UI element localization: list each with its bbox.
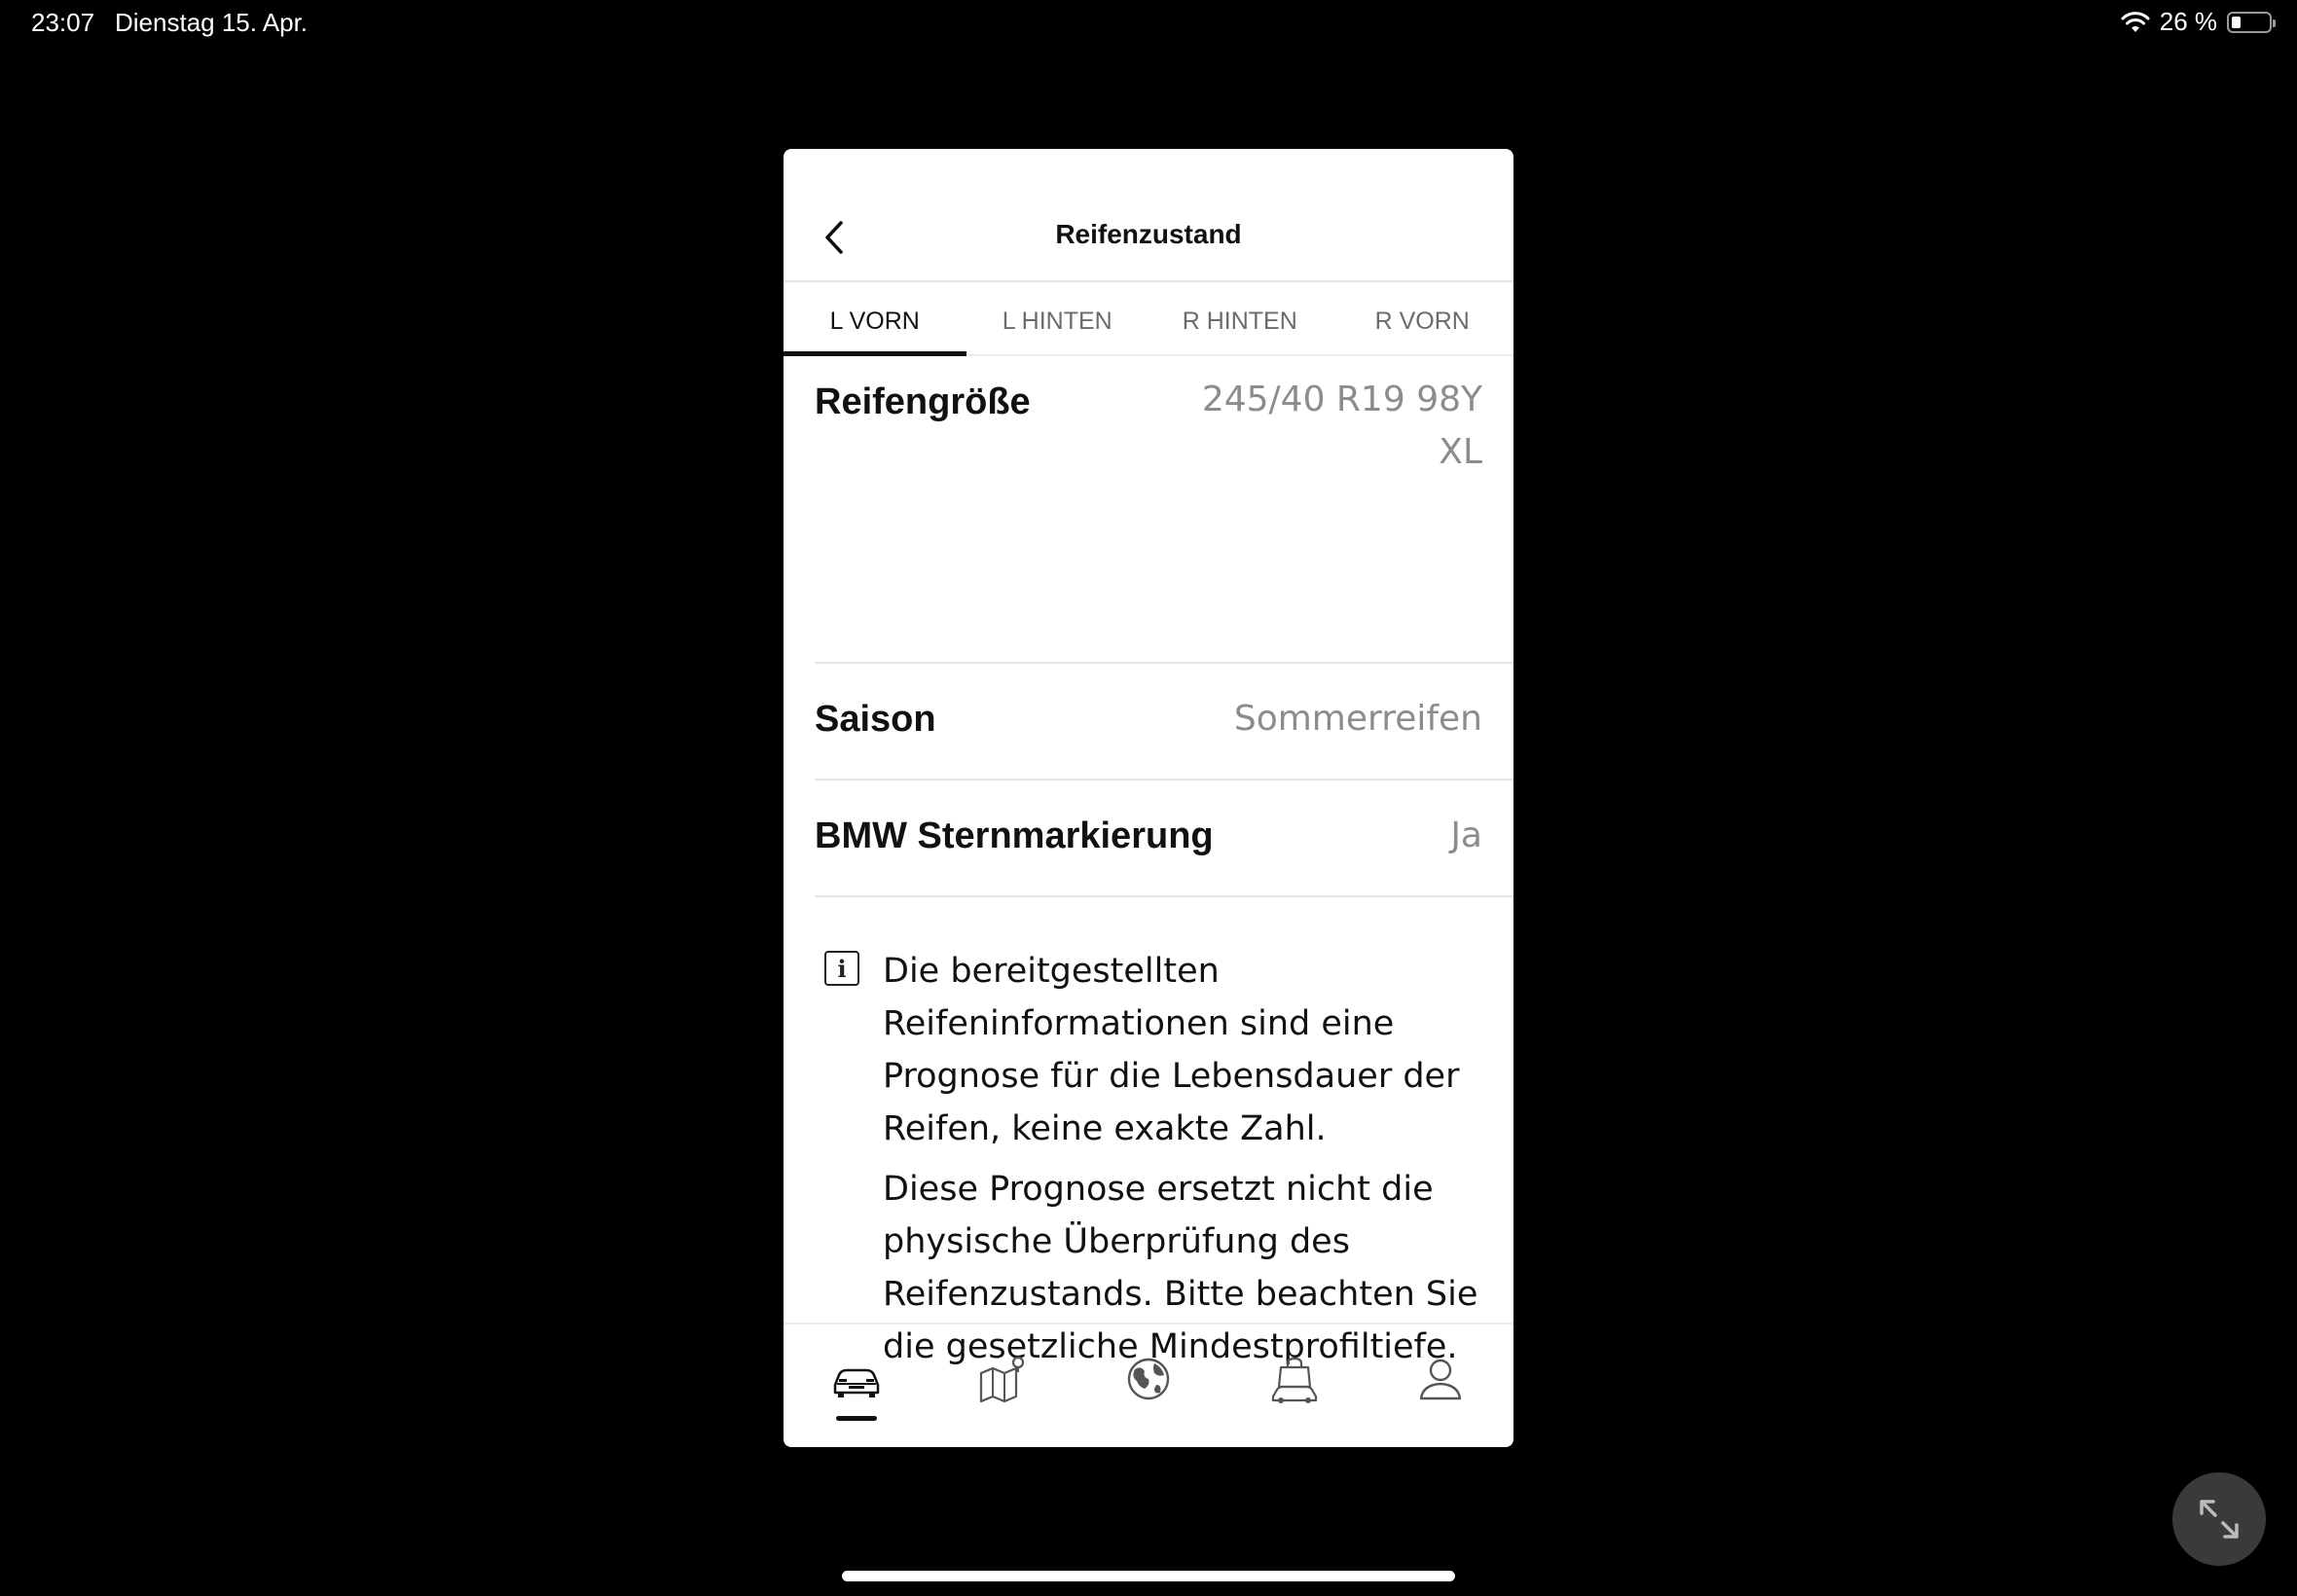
wifi-icon [2121, 11, 2150, 32]
detail-row-star-marking: BMW Sternmarkierung Ja [815, 780, 1513, 897]
tire-tabs: L VORN L HINTEN R HINTEN R VORN [784, 284, 1513, 356]
info-paragraph: Die bereitgestellten Reifeninformationen… [883, 952, 1460, 1148]
page-title: Reifenzustand [1055, 219, 1242, 249]
detail-label: BMW Sternmarkierung [815, 816, 1214, 856]
detail-value-line: 245/40 R19 98Y [1201, 380, 1482, 419]
detail-label: Reifengröße [815, 381, 1031, 422]
header: Reifenzustand [784, 149, 1513, 282]
nav-world[interactable] [1076, 1324, 1221, 1447]
shop-icon [1271, 1357, 1318, 1403]
tab-r-hinten[interactable]: R HINTEN [1148, 284, 1331, 354]
map-icon [979, 1356, 1025, 1403]
home-indicator[interactable] [842, 1571, 1455, 1581]
nav-shop[interactable] [1221, 1324, 1367, 1447]
info-note: i Die bereitgestellten Reifeninformation… [815, 945, 1486, 1381]
bottom-nav [784, 1323, 1513, 1447]
status-right: 26 % [2121, 7, 2276, 37]
tab-l-hinten[interactable]: L HINTEN [966, 284, 1149, 354]
tab-l-vorn[interactable]: L VORN [784, 284, 966, 356]
detail-value: 245/40 R19 98Y XL [1202, 374, 1482, 479]
globe-icon [1127, 1358, 1170, 1400]
status-bar: 23:07 Dienstag 15. Apr. 26 % [0, 0, 2297, 47]
tab-r-vorn[interactable]: R VORN [1331, 284, 1514, 354]
info-text: Die bereitgestellten Reifeninformationen… [883, 945, 1486, 1373]
info-icon: i [824, 951, 859, 986]
detail-label: Saison [815, 699, 936, 740]
detail-row-season: Saison Sommerreifen [815, 664, 1513, 780]
profile-icon [1419, 1359, 1462, 1400]
nav-map[interactable] [930, 1324, 1076, 1447]
app-window: Reifenzustand L VORN L HINTEN R HINTEN R… [784, 149, 1513, 1447]
nav-vehicle[interactable] [784, 1324, 930, 1447]
status-date: Dienstag 15. Apr. [115, 8, 309, 37]
expand-button[interactable] [2172, 1472, 2266, 1566]
car-icon [833, 1368, 880, 1397]
battery-icon [2227, 11, 2276, 33]
detail-row-tire-size: Reifengröße 245/40 R19 98Y XL [815, 356, 1513, 664]
detail-value: Ja [1450, 816, 1482, 855]
battery-percent: 26 % [2159, 7, 2217, 36]
status-time: 23:07 [31, 8, 95, 37]
expand-icon [2200, 1500, 2239, 1539]
nav-profile[interactable] [1367, 1324, 1513, 1447]
detail-value: Sommerreifen [1233, 699, 1482, 739]
detail-value-line: XL [1439, 432, 1482, 472]
